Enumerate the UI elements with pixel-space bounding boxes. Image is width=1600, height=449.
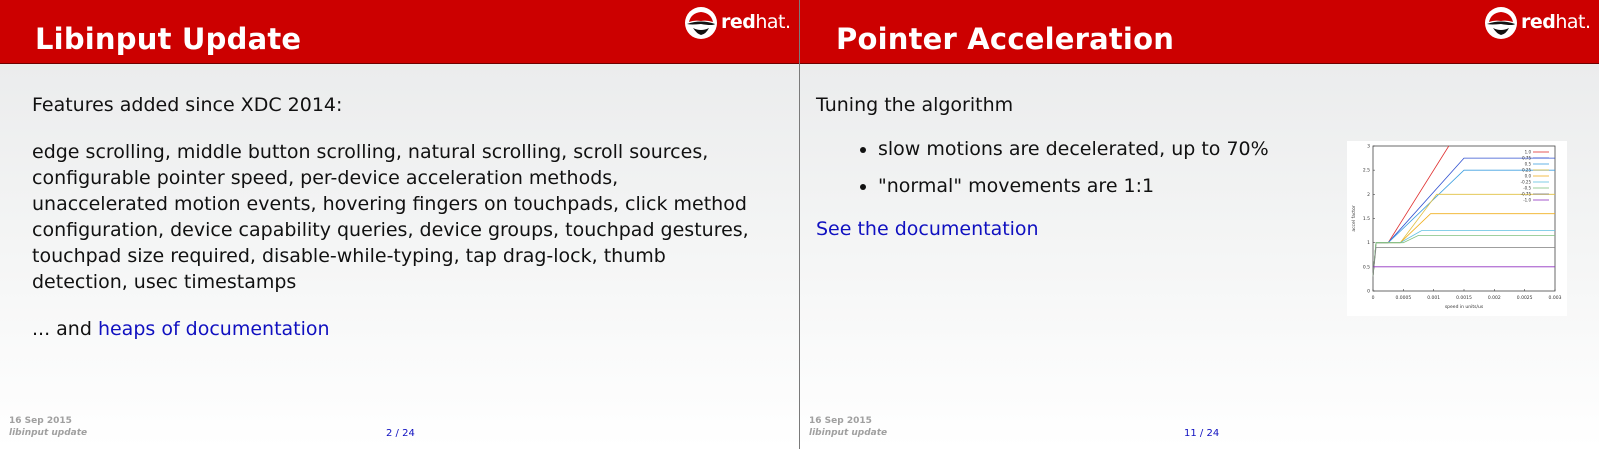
heaps-of-documentation-link[interactable]: heaps of documentation	[98, 318, 330, 340]
legend-label: 0.25	[1522, 168, 1531, 173]
slide-pointer-acceleration: Pointer Acceleration redhat. Tuning the …	[800, 0, 1599, 449]
x-tick-label: 0.0005	[1395, 295, 1411, 301]
slide-libinput-update: Libinput Update redhat. Features added s…	[0, 0, 799, 449]
x-tick-label: 0.003	[1549, 295, 1562, 301]
series-line	[1372, 230, 1555, 277]
documentation-line: ... and heaps of documentation	[32, 316, 330, 342]
see-documentation-link[interactable]: See the documentation	[816, 216, 1039, 242]
y-axis-label: accel factor	[1351, 205, 1357, 231]
footer-subtitle: libinput update	[809, 428, 888, 438]
redhat-logo: redhat.	[683, 5, 791, 41]
slide-header: Libinput Update redhat.	[0, 0, 799, 64]
bullet-list: slow motions are decelerated, up to 70% …	[858, 136, 1269, 210]
tuning-intro: Tuning the algorithm	[816, 94, 1014, 116]
y-tick-label: 1.5	[1363, 216, 1370, 222]
page-number: 2 / 24	[386, 428, 415, 439]
redhat-wordmark: redhat.	[721, 11, 791, 33]
redhat-logo: redhat.	[1483, 5, 1591, 41]
acceleration-chart-svg: 0 0.0005 0.001 0.0015 0.002 0.0025 0.003 0 0.5 1 1…	[1351, 144, 1562, 311]
series-line	[1372, 145, 1450, 277]
bullet-item: "normal" movements are 1:1	[878, 173, 1269, 199]
y-tick-label: 0.5	[1363, 264, 1370, 270]
y-tick-label: 3	[1367, 144, 1370, 150]
legend-label: 0.0	[1525, 174, 1532, 179]
y-tick-label: 0	[1367, 289, 1370, 295]
acceleration-chart: 0 0.0005 0.001 0.0015 0.002 0.0025 0.003 0 0.5 1 1…	[1347, 141, 1567, 316]
x-tick-label: 0.001	[1427, 295, 1440, 301]
series-line	[1372, 235, 1555, 277]
legend-label: -0.25	[1521, 180, 1532, 185]
x-tick-label: 0.0015	[1456, 295, 1472, 301]
legend-label: 0.75	[1522, 156, 1531, 161]
y-tick-label: 2	[1367, 192, 1370, 198]
features-list: edge scrolling, middle button scrolling,…	[32, 141, 749, 293]
legend-label: -0.75	[1521, 192, 1532, 197]
legend-label: -0.5	[1523, 186, 1531, 191]
footer-date: 16 Sep 2015	[9, 416, 72, 426]
features-intro: Features added since XDC 2014:	[32, 94, 343, 116]
shadowman-icon	[685, 7, 717, 39]
page-number: 11 / 24	[1184, 428, 1220, 439]
x-tick-label: 0.0025	[1517, 295, 1533, 301]
x-axis-label: speed in units/us	[1445, 304, 1484, 310]
footer-date: 16 Sep 2015	[809, 416, 872, 426]
x-tick-label: 0	[1372, 295, 1375, 301]
and-prefix: ... and	[32, 318, 98, 340]
series-line	[1372, 247, 1555, 277]
legend-label: 1.0	[1525, 150, 1532, 155]
legend-label: -1.0	[1523, 198, 1531, 203]
shadowman-icon	[1485, 7, 1517, 39]
slide-title: Libinput Update	[35, 22, 302, 56]
bullet-item: slow motions are decelerated, up to 70%	[878, 136, 1269, 162]
y-tick-label: 2.5	[1363, 168, 1370, 174]
legend-label: 0.5	[1525, 162, 1532, 167]
x-tick-label: 0.002	[1488, 295, 1501, 301]
footer-subtitle: libinput update	[9, 428, 88, 438]
slide-title: Pointer Acceleration	[836, 22, 1175, 56]
slide-header: Pointer Acceleration redhat.	[800, 0, 1599, 64]
redhat-wordmark: redhat.	[1521, 11, 1591, 33]
y-tick-label: 1	[1367, 240, 1370, 246]
